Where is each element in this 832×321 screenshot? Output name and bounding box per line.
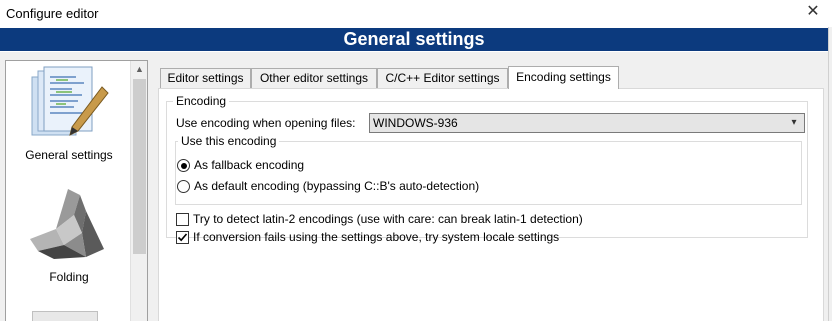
window-title: Configure editor [6, 6, 99, 21]
tab-other-editor-settings[interactable]: Other editor settings [251, 68, 377, 88]
fallback-encoding-label: As fallback encoding [194, 158, 305, 172]
encoding-group-title: Encoding [173, 94, 230, 108]
encoding-settings-panel: Encoding Use encoding when opening files… [158, 88, 824, 321]
encoding-group: Encoding Use encoding when opening files… [166, 94, 808, 244]
encoding-select[interactable]: WINDOWS-936 ▾ [369, 113, 805, 133]
category-label: Folding [49, 270, 89, 284]
scrollbar-thumb[interactable] [133, 79, 146, 254]
system-locale-label: If conversion fails using the settings a… [193, 230, 560, 244]
tab-encoding-settings[interactable]: Encoding settings [508, 66, 619, 89]
category-list: General settings Folding ▲ [5, 60, 148, 321]
window-right-edge [828, 27, 832, 321]
use-encoding-label: Use encoding when opening files: [176, 116, 356, 130]
category-scrollbar[interactable]: ▲ [130, 61, 147, 321]
use-this-encoding-title: Use this encoding [178, 134, 280, 148]
latin2-detect-checkbox[interactable] [176, 213, 189, 226]
category-item-folding[interactable]: Folding [6, 179, 132, 291]
fallback-encoding-radio[interactable] [177, 159, 190, 172]
page-title: General settings [0, 28, 828, 51]
system-locale-checkbox[interactable] [176, 231, 189, 244]
tab-editor-settings[interactable]: Editor settings [160, 68, 251, 88]
origami-bird-icon [24, 185, 114, 263]
chevron-down-icon[interactable]: ▾ [787, 114, 801, 132]
close-icon[interactable]: ✕ [804, 3, 822, 21]
default-encoding-label: As default encoding (bypassing C::B's au… [194, 179, 480, 193]
category-item-next[interactable] [32, 311, 98, 321]
window-titlebar: Configure editor ✕ [0, 0, 832, 27]
document-pencil-icon [28, 65, 110, 145]
category-label: General settings [25, 148, 113, 162]
default-encoding-radio[interactable] [177, 180, 190, 193]
latin2-detect-label: Try to detect latin-2 encodings (use wit… [193, 212, 583, 226]
checkmark-icon [177, 233, 188, 242]
encoding-select-value: WINDOWS-936 [373, 116, 458, 130]
tab-cpp-editor-settings[interactable]: C/C++ Editor settings [377, 68, 508, 88]
category-item-general-settings[interactable]: General settings [6, 61, 132, 173]
chevron-up-icon[interactable]: ▲ [131, 61, 147, 78]
use-this-encoding-group: Use this encoding As fallback encoding A… [175, 134, 802, 205]
header-band: General settings [0, 27, 832, 52]
